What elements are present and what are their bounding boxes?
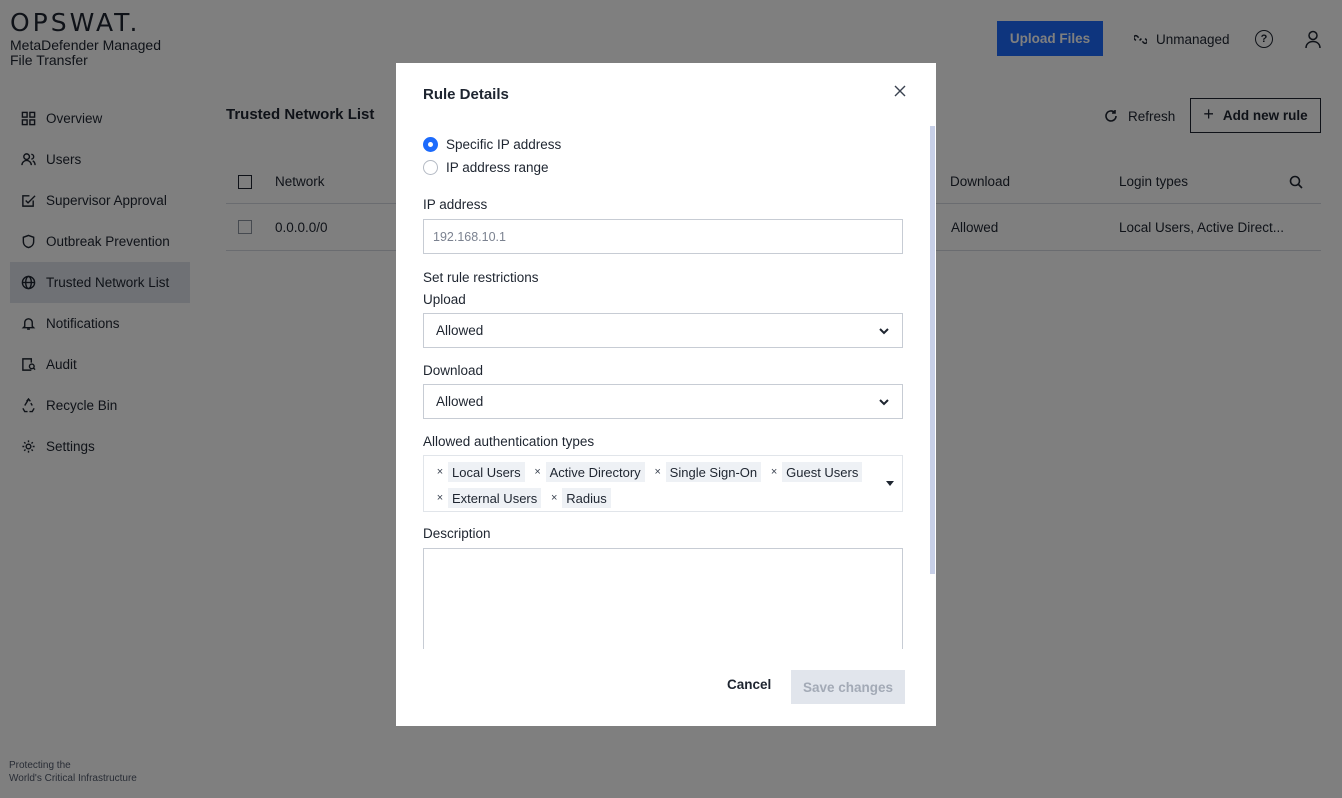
auth-tag: × Single Sign-On [650,462,762,482]
chevron-down-icon [879,398,889,405]
auth-tag-label: Local Users [448,462,525,482]
upload-label: Upload [423,292,466,307]
auth-tag: × External Users [432,488,542,508]
description-textarea[interactable] [423,548,903,649]
auth-tag-label: Guest Users [782,462,863,482]
dialog-scrollbar[interactable] [930,126,935,574]
upload-select[interactable]: Allowed [423,313,903,348]
auth-tag: × Guest Users [766,462,863,482]
auth-tag-label: External Users [448,488,542,508]
rule-restrictions-label: Set rule restrictions [423,270,539,285]
radio-range-label: IP address range [446,160,549,175]
download-select-value: Allowed [436,394,484,409]
radio-ip-range[interactable]: IP address range [423,156,903,179]
close-icon[interactable] [891,82,909,100]
dialog-title: Rule Details [423,86,509,103]
save-changes-button[interactable]: Save changes [791,670,905,704]
radio-specific-ip[interactable]: Specific IP address [423,133,903,156]
upload-select-value: Allowed [436,323,484,338]
remove-tag-icon[interactable]: × [530,462,546,482]
auth-types-label: Allowed authentication types [423,434,595,449]
auth-tag-list: × Local Users × Active Directory × Single S… [430,460,870,512]
ip-address-input[interactable]: 192.168.10.1 [423,219,903,254]
remove-tag-icon[interactable]: × [650,462,666,482]
download-select[interactable]: Allowed [423,384,903,419]
auth-tag: × Local Users [432,462,525,482]
radio-specific-label: Specific IP address [446,137,562,152]
auth-tag: × Active Directory [530,462,645,482]
remove-tag-icon[interactable]: × [432,488,448,508]
auth-tag-label: Active Directory [545,462,645,482]
remove-tag-icon[interactable]: × [766,462,782,482]
auth-tag-label: Radius [562,488,611,508]
auth-tag-label: Single Sign-On [665,462,762,482]
caret-down-icon[interactable] [886,481,894,486]
remove-tag-icon[interactable]: × [546,488,562,508]
download-label: Download [423,363,484,378]
auth-tag: × Radius [546,488,611,508]
auth-types-multiselect[interactable]: × Local Users × Active Directory × Single S… [423,455,903,512]
description-label: Description [423,526,491,541]
rule-details-dialog: Rule Details Specific IP address IP addr… [396,63,936,726]
radio-button-checked[interactable] [423,137,438,152]
chevron-down-icon [879,327,889,334]
dialog-body: Specific IP address IP address range IP … [423,133,903,649]
cancel-button[interactable]: Cancel [727,677,771,692]
radio-button-unchecked[interactable] [423,160,438,175]
ip-address-label: IP address [423,197,488,212]
remove-tag-icon[interactable]: × [432,462,448,482]
